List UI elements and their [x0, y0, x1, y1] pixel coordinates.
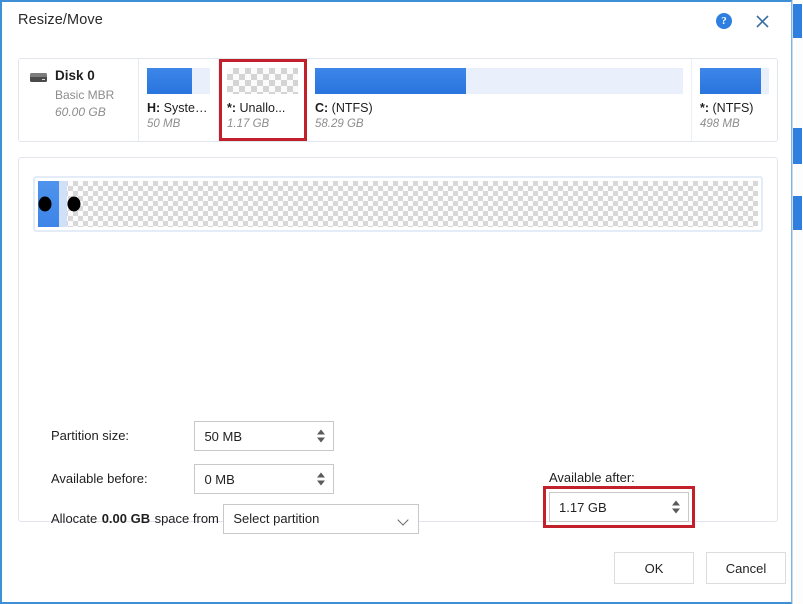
allocate-row: Allocate 0.00 GB space from Select parti…	[51, 504, 420, 534]
hard-disk-icon	[30, 73, 47, 82]
close-button[interactable]	[751, 10, 773, 32]
select-partition-dropdown[interactable]: Select partition	[223, 504, 420, 534]
resize-panel: Partition size: 50 MB Available before: …	[18, 157, 778, 534]
partition-cell[interactable]: *: (NTFS) 498 MB	[692, 59, 777, 141]
background-app-strip	[792, 0, 803, 604]
dialog-titlebar: Resize/Move ?	[2, 2, 791, 40]
chevron-down-icon	[397, 514, 410, 526]
partition-strip: H: System... 50 MB *: Unallo... 1.17 GB C: (…	[139, 59, 777, 141]
partition-size-text: 1.17 GB	[227, 118, 270, 130]
partition-label: *: (NTFS)	[700, 101, 754, 115]
resize-slider-track[interactable]	[38, 181, 758, 227]
available-before-field[interactable]: 0 MB	[194, 464, 335, 494]
stepper-up-icon[interactable]	[317, 429, 326, 435]
resize-slider-frame	[33, 176, 763, 232]
allocate-amount: 0.00 GB	[101, 511, 151, 527]
partition-usage-bar	[147, 68, 210, 94]
partition-used-fill	[315, 68, 466, 94]
partition-used-fill	[700, 68, 761, 94]
partition-size-text: 58.29 GB	[315, 118, 364, 130]
available-after-value: 1.17 GB	[559, 499, 607, 515]
available-before-value: 0 MB	[204, 471, 235, 487]
available-after-field[interactable]: 1.17 GB	[543, 486, 695, 528]
dialog-title: Resize/Move	[18, 12, 103, 28]
partition-size-label: Partition size:	[51, 428, 130, 443]
partition-letter: H:	[147, 101, 161, 115]
disk-total-size: 60.00 GB	[55, 105, 106, 119]
partition-cell[interactable]: H: System... 50 MB	[139, 59, 219, 141]
partition-usage-bar	[700, 68, 769, 94]
help-circle-icon: ?	[716, 13, 732, 29]
partition-block-tail	[59, 181, 67, 227]
partition-size-text: 50 MB	[147, 118, 181, 130]
partition-letter: C:	[315, 101, 329, 115]
help-button[interactable]: ?	[713, 10, 735, 32]
close-icon	[755, 14, 769, 28]
background-chip	[793, 128, 802, 164]
partition-size-value: 50 MB	[204, 428, 243, 444]
partition-label: *: Unallo...	[227, 101, 286, 115]
stepper-up-icon[interactable]	[672, 500, 680, 506]
partition-size-text: 498 MB	[700, 118, 740, 130]
background-chip	[793, 4, 802, 38]
available-after-label: Available after:	[549, 470, 635, 485]
disk-info[interactable]: Disk 0 Basic MBR 60.00 GB	[19, 59, 139, 141]
available-before-row: Available before: 0 MB	[51, 464, 335, 494]
partition-cell[interactable]: C: (NTFS) 58.29 GB	[307, 59, 692, 141]
partition-size-stepper[interactable]	[317, 429, 326, 443]
cancel-button[interactable]: Cancel	[706, 552, 786, 584]
partition-label: C: (NTFS)	[315, 101, 373, 115]
background-chip	[793, 196, 802, 230]
partition-usage-bar	[315, 68, 683, 94]
resize-move-dialog: Resize/Move ? Disk 0 Basic MBR 60.00 GB …	[0, 0, 792, 604]
disk-map-panel: Disk 0 Basic MBR 60.00 GB H: System... 50…	[18, 58, 778, 142]
available-before-stepper[interactable]	[317, 472, 326, 486]
right-resize-handle[interactable]	[67, 196, 81, 212]
partition-size-row: Partition size: 50 MB	[51, 421, 335, 451]
partition-cell[interactable]: *: Unallo... 1.17 GB	[219, 59, 307, 141]
stepper-up-icon[interactable]	[317, 472, 326, 478]
stepper-down-icon[interactable]	[317, 437, 326, 443]
allocate-suffix-label: space from	[154, 511, 219, 527]
stepper-down-icon[interactable]	[317, 480, 326, 486]
select-partition-value: Select partition	[233, 511, 320, 526]
partition-size-field[interactable]: 50 MB	[194, 421, 335, 451]
available-after-row: Available after: 1.17 GB	[543, 464, 777, 528]
disk-type: Basic MBR	[55, 88, 115, 102]
partition-letter: *:	[227, 101, 237, 115]
ok-button[interactable]: OK	[614, 552, 694, 584]
partition-usage-bar	[227, 68, 298, 94]
available-after-stepper[interactable]	[672, 500, 680, 514]
partition-letter: *:	[700, 101, 710, 115]
available-before-label: Available before:	[51, 471, 148, 486]
left-resize-handle[interactable]	[38, 196, 52, 212]
partition-label: H: System...	[147, 101, 210, 115]
partition-used-fill	[147, 68, 193, 94]
disk-name: Disk 0	[55, 68, 95, 83]
allocate-prefix-label: Allocate	[51, 511, 98, 527]
stepper-down-icon[interactable]	[672, 508, 680, 514]
